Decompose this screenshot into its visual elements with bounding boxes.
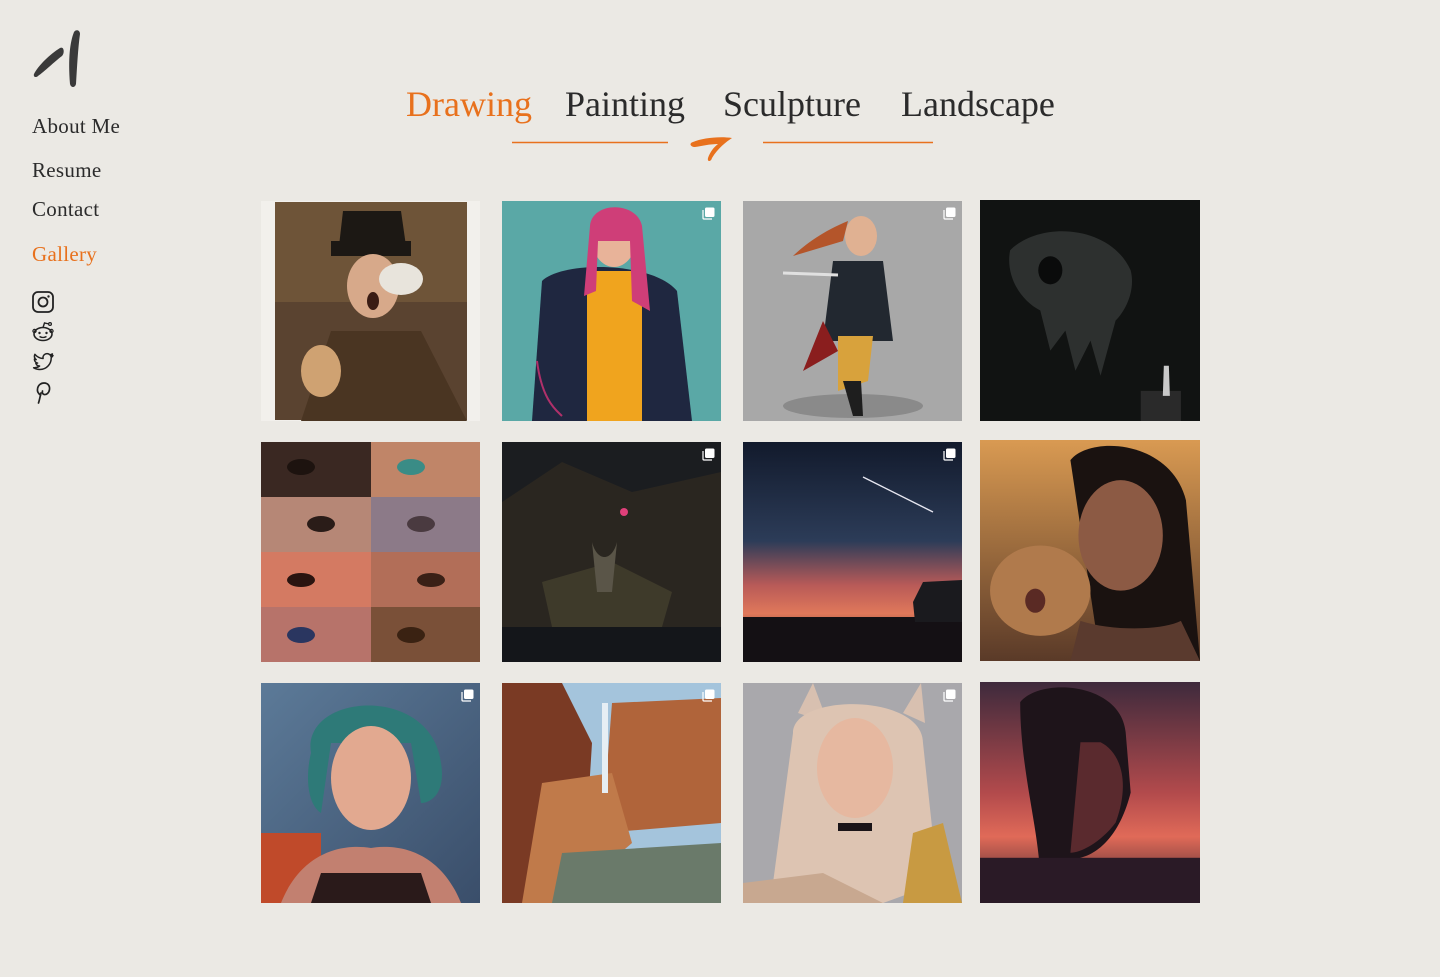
reddit-icon xyxy=(32,321,54,342)
category-tabs: Drawing Painting Sculpture Landscape xyxy=(0,84,1440,124)
gallery-item[interactable] xyxy=(743,201,962,421)
gallery-item[interactable] xyxy=(980,682,1200,903)
gallery-item[interactable] xyxy=(502,683,721,903)
logo-icon[interactable] xyxy=(30,28,84,90)
artwork-thumbnail xyxy=(502,683,721,903)
gallery-grid xyxy=(261,200,1201,904)
gallery-item[interactable] xyxy=(743,442,962,662)
artwork-thumbnail xyxy=(743,201,962,421)
nav-resume[interactable]: Resume xyxy=(32,160,120,181)
twitter-link[interactable] xyxy=(31,350,55,374)
gallery-item[interactable] xyxy=(980,440,1200,661)
page: About Me Resume Contact Gallery Drawing … xyxy=(0,0,1440,977)
multiple-images-icon xyxy=(943,207,956,220)
nav-contact[interactable]: Contact xyxy=(32,199,120,220)
artwork-thumbnail xyxy=(980,682,1200,903)
twitter-icon xyxy=(32,352,54,371)
pinterest-link[interactable] xyxy=(31,380,55,404)
sidebar-nav: About Me Resume Contact Gallery xyxy=(32,110,120,265)
artwork-thumbnail xyxy=(261,201,480,421)
artwork-thumbnail xyxy=(743,683,962,903)
multiple-images-icon xyxy=(702,207,715,220)
artwork-thumbnail xyxy=(980,200,1200,421)
nav-gallery[interactable]: Gallery xyxy=(32,244,120,265)
tab-painting[interactable]: Painting xyxy=(565,84,685,124)
tab-sculpture[interactable]: Sculpture xyxy=(723,84,861,124)
multiple-images-icon xyxy=(943,689,956,702)
multiple-images-icon xyxy=(702,689,715,702)
multiple-images-icon xyxy=(943,448,956,461)
artwork-thumbnail xyxy=(743,442,962,662)
gallery-item[interactable] xyxy=(502,201,721,421)
instagram-icon xyxy=(32,291,54,313)
gallery-item[interactable] xyxy=(743,683,962,903)
tab-drawing[interactable]: Drawing xyxy=(406,84,532,124)
artwork-thumbnail xyxy=(261,442,480,662)
gallery-item[interactable] xyxy=(261,201,480,421)
reddit-link[interactable] xyxy=(31,320,55,344)
artwork-thumbnail xyxy=(980,440,1200,661)
artwork-thumbnail xyxy=(502,442,721,662)
tab-landscape[interactable]: Landscape xyxy=(901,84,1055,124)
artwork-thumbnail xyxy=(502,201,721,421)
gallery-item[interactable] xyxy=(980,200,1200,421)
gallery-item[interactable] xyxy=(261,683,480,903)
multiple-images-icon xyxy=(702,448,715,461)
brush-stroke-icon xyxy=(690,137,732,161)
social-links xyxy=(31,290,55,410)
instagram-link[interactable] xyxy=(31,290,55,314)
artwork-thumbnail xyxy=(261,683,480,903)
tab-divider xyxy=(512,137,933,161)
pinterest-icon xyxy=(36,382,51,404)
gallery-item[interactable] xyxy=(502,442,721,662)
multiple-images-icon xyxy=(461,689,474,702)
gallery-item[interactable] xyxy=(261,442,480,662)
